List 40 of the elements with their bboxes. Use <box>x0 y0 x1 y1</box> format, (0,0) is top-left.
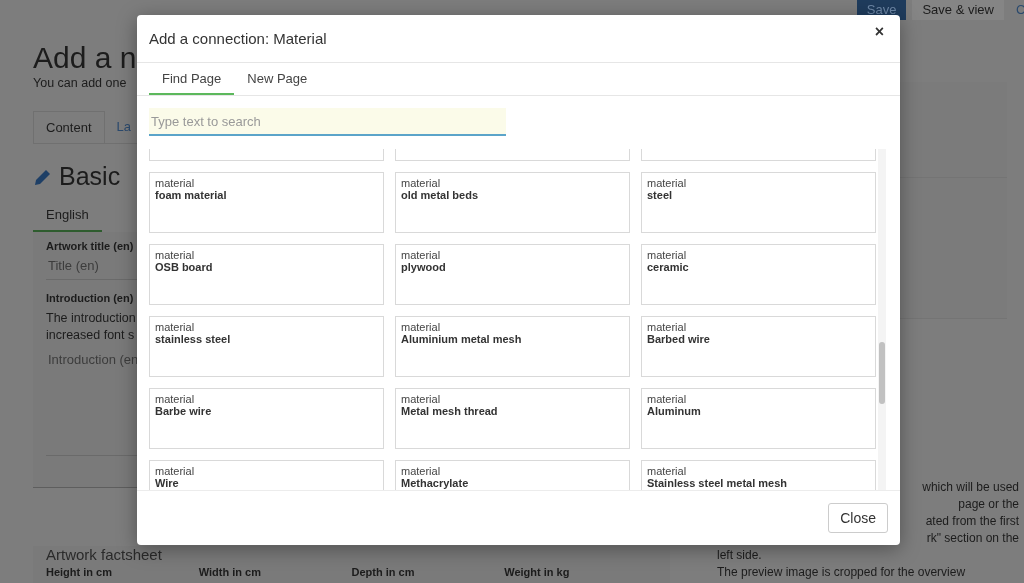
result-card[interactable]: material ceramic <box>641 244 876 305</box>
result-card[interactable]: material foam material <box>149 172 384 233</box>
field-label: Depth in cm <box>351 566 416 578</box>
result-card[interactable]: material Barbed wire <box>641 316 876 377</box>
dialog-title: Add a connection: Material <box>149 30 327 47</box>
field-hint: The introduction increased font s <box>46 310 136 344</box>
field-label: Width in cm <box>198 566 262 578</box>
page-tab[interactable]: Content <box>33 111 105 143</box>
result-card[interactable]: material OSB board <box>149 244 384 305</box>
dialog-tab[interactable]: Find Page <box>149 63 235 95</box>
side-text: page or the <box>958 496 1019 513</box>
result-card[interactable]: material stainless steel <box>149 316 384 377</box>
close-button[interactable]: × <box>872 24 886 39</box>
side-text: left side. <box>717 547 763 564</box>
side-text: ated from the first <box>925 513 1019 530</box>
result-card[interactable]: material Methacrylate <box>395 460 630 490</box>
page-title: Add a n <box>33 40 137 76</box>
side-text: The preview image is cropped for the overview <box>717 564 967 581</box>
field-label: Weight in kg <box>504 566 571 578</box>
factsheet-title: Artwork factsheet <box>46 546 162 563</box>
result-card[interactable]: material Barbe wire <box>149 388 384 449</box>
field-label: Artwork title (en) <box>46 240 135 252</box>
result-card[interactable]: material old metal beds <box>395 172 630 233</box>
result-card[interactable]: material Aluminium metal mesh <box>395 316 630 377</box>
dialog-tab[interactable]: New Page <box>234 63 321 95</box>
result-card[interactable]: material Metal mesh thread <box>395 388 630 449</box>
section-title: Basic <box>59 162 121 191</box>
search-field[interactable]: Type text to search <box>149 108 506 136</box>
field-label: Height in cm <box>46 566 113 578</box>
page-subtitle: You can add one <box>33 76 127 90</box>
result-card[interactable]: material plywood <box>395 244 630 305</box>
toolbar-button[interactable]: Save & view <box>912 0 1004 20</box>
scrollbar-thumb[interactable] <box>879 342 885 404</box>
side-text: rk" section on the <box>926 530 1019 547</box>
side-text: which will be used <box>922 479 1019 496</box>
result-card[interactable]: material steel <box>641 172 876 233</box>
close-button[interactable]: Close <box>828 503 888 533</box>
result-card[interactable]: material Wire <box>149 460 384 490</box>
field-label: Introduction (en) <box>46 292 135 304</box>
result-card[interactable]: material Aluminum <box>641 388 876 449</box>
